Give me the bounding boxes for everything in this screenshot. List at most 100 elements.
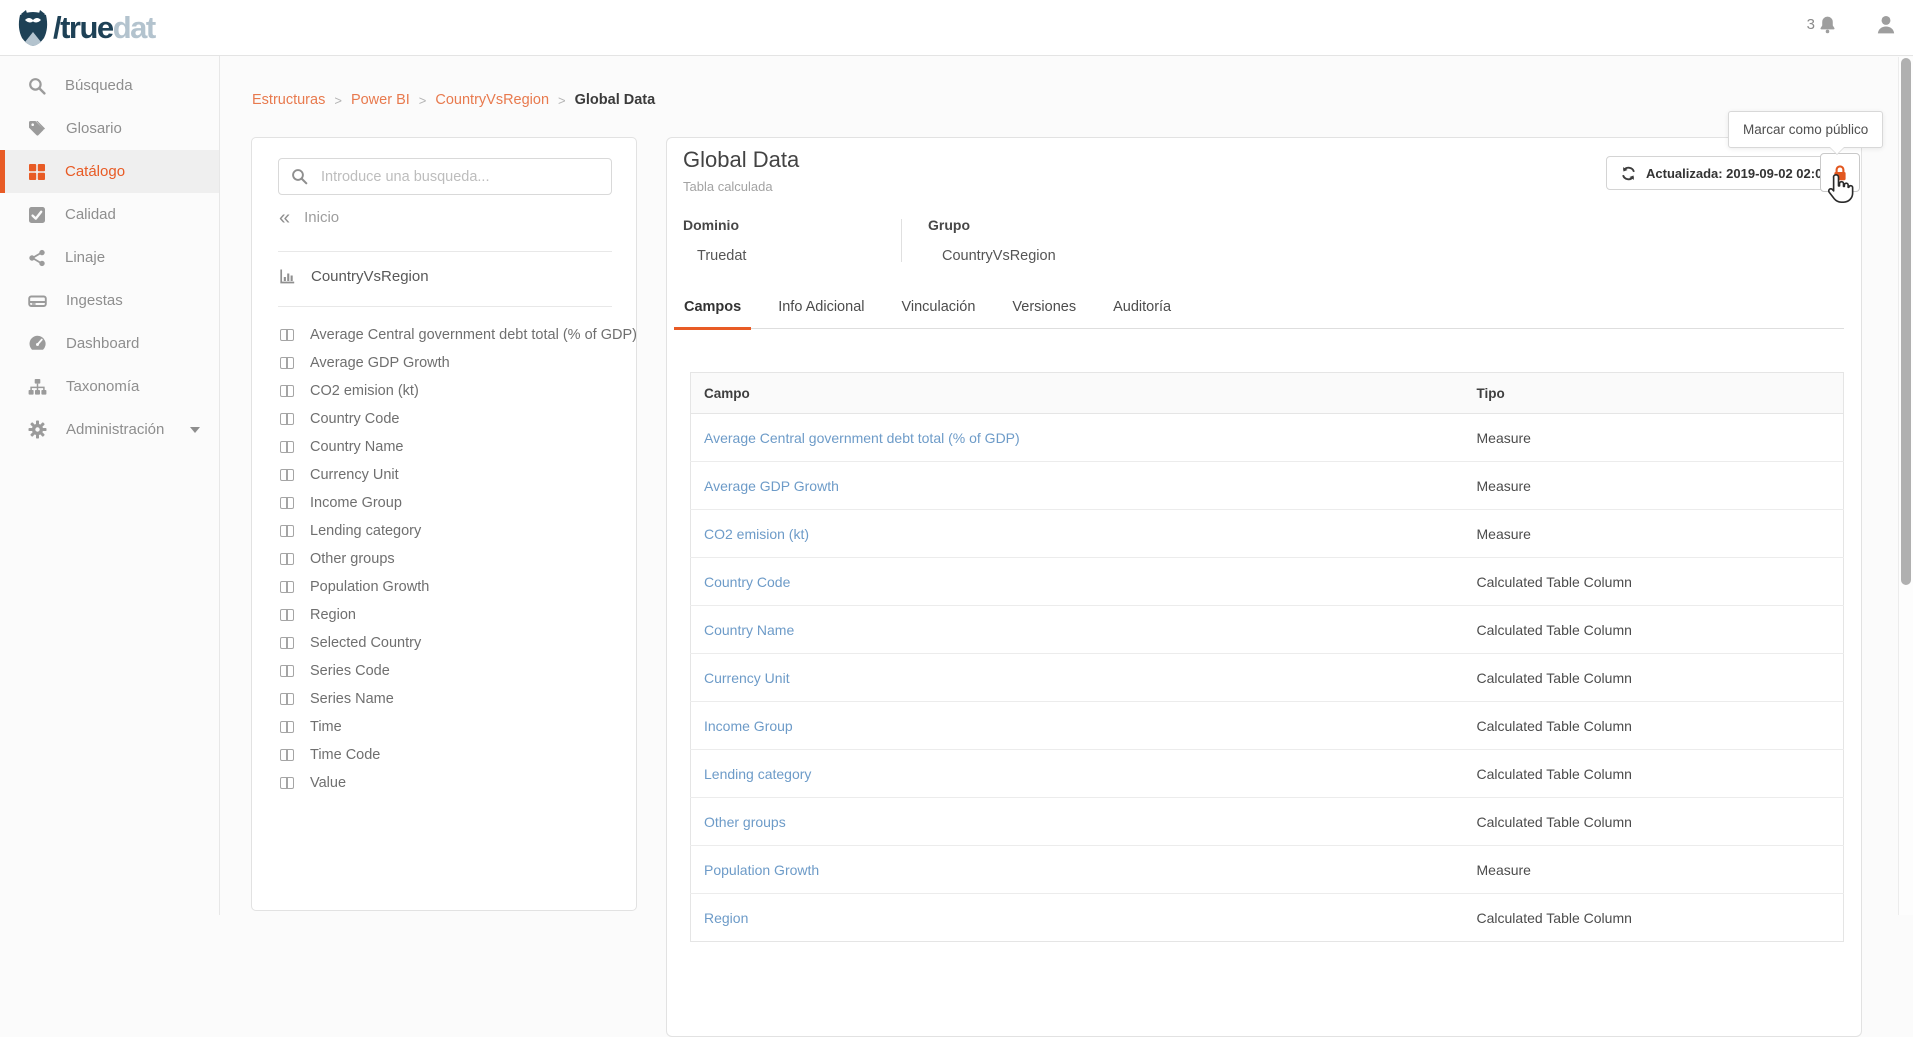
divider	[278, 306, 612, 307]
vertical-scrollbar[interactable]	[1898, 57, 1913, 915]
field-link[interactable]: Average Central government debt total (%…	[704, 430, 1020, 446]
field-list-item[interactable]: Country Name	[252, 433, 636, 461]
notifications-button[interactable]: 3	[1807, 15, 1837, 34]
table-column-icon	[280, 581, 294, 593]
sidebar-item-ingestas[interactable]: Ingestas	[0, 279, 219, 322]
table-column-icon	[280, 693, 294, 705]
field-list-item[interactable]: Average Central government debt total (%…	[252, 321, 636, 349]
field-list-item[interactable]: Selected Country	[252, 629, 636, 657]
user-icon	[1874, 13, 1898, 37]
logo-wordmark: /truedat	[53, 9, 155, 47]
field-link[interactable]: Region	[704, 910, 748, 926]
table-row: Population GrowthMeasure	[691, 846, 1844, 894]
notification-count: 3	[1807, 16, 1815, 33]
meta-label: Grupo	[928, 217, 1056, 233]
breadcrumb: Estructuras > Power BI > CountryVsRegion…	[252, 92, 655, 108]
breadcrumb-link-countryvsregion[interactable]: CountryVsRegion	[435, 92, 549, 108]
field-type: Calculated Table Column	[1464, 894, 1844, 942]
sidebar-item-catalogo[interactable]: Catálogo	[0, 150, 219, 193]
tab-vinculacion[interactable]: Vinculación	[901, 289, 975, 328]
field-list-item[interactable]: Population Growth	[252, 573, 636, 601]
explorer-back-home[interactable]: « Inicio	[279, 209, 339, 226]
table-header-row: Campo Tipo	[691, 373, 1844, 414]
search-icon	[291, 168, 308, 185]
share-icon	[28, 249, 46, 267]
table-column-icon	[280, 357, 294, 369]
field-link[interactable]: Currency Unit	[704, 670, 790, 686]
explorer-parent-countryvsregion[interactable]: CountryVsRegion	[279, 268, 429, 285]
field-list-item[interactable]: Region	[252, 601, 636, 629]
table-column-icon	[280, 609, 294, 621]
field-link[interactable]: Other groups	[704, 814, 786, 830]
tab-auditoria[interactable]: Auditoría	[1113, 289, 1171, 328]
table-column-icon	[280, 721, 294, 733]
drive-icon	[28, 292, 47, 310]
tab-info-adicional[interactable]: Info Adicional	[778, 289, 864, 328]
tooltip-caret	[1829, 146, 1845, 154]
column-header-tipo: Tipo	[1464, 373, 1844, 414]
sidebar-item-administracion[interactable]: Administración	[0, 408, 219, 451]
table-column-icon	[280, 777, 294, 789]
table-column-icon	[280, 441, 294, 453]
meta-section: Dominio Truedat Grupo CountryVsRegion	[683, 217, 1056, 264]
table-column-icon	[280, 385, 294, 397]
field-list-item[interactable]: Average GDP Growth	[252, 349, 636, 377]
field-link[interactable]: Country Name	[704, 622, 794, 638]
field-link[interactable]: CO2 emision (kt)	[704, 526, 809, 542]
grid-icon	[28, 163, 46, 181]
field-link[interactable]: Income Group	[704, 718, 793, 734]
sidebar-item-busqueda[interactable]: Búsqueda	[0, 64, 219, 107]
table-row: Currency UnitCalculated Table Column	[691, 654, 1844, 702]
table-row: Lending categoryCalculated Table Column	[691, 750, 1844, 798]
search-input[interactable]	[319, 168, 599, 186]
field-list-item[interactable]: Value	[252, 769, 636, 797]
column-header-campo: Campo	[691, 373, 1464, 414]
field-list-item[interactable]: Time Code	[252, 741, 636, 769]
field-list-item[interactable]: CO2 emision (kt)	[252, 377, 636, 405]
sidebar-item-dashboard[interactable]: Dashboard	[0, 322, 219, 365]
field-list-item[interactable]: Lending category	[252, 517, 636, 545]
tab-versiones[interactable]: Versiones	[1012, 289, 1076, 328]
meta-grupo: Grupo CountryVsRegion	[902, 217, 1056, 264]
field-link[interactable]: Country Code	[704, 574, 790, 590]
table-row: Region Calculated Table Column	[691, 894, 1844, 942]
meta-dominio: Dominio Truedat	[683, 217, 901, 264]
field-list: Average Central government debt total (%…	[252, 321, 636, 797]
field-list-item[interactable]: Currency Unit	[252, 461, 636, 489]
field-link[interactable]: Average GDP Growth	[704, 478, 839, 494]
field-type: Measure	[1464, 462, 1844, 510]
field-list-item[interactable]: Income Group	[252, 489, 636, 517]
user-menu-button[interactable]	[1874, 13, 1898, 42]
field-link[interactable]: Population Growth	[704, 862, 819, 878]
refresh-updated-button[interactable]: Actualizada: 2019-09-02 02:00	[1606, 156, 1845, 190]
tab-campos[interactable]: Campos	[684, 289, 741, 328]
truedat-logo[interactable]: /truedat	[13, 8, 155, 48]
meta-label: Dominio	[683, 217, 901, 233]
field-type: Measure	[1464, 510, 1844, 558]
sidebar-item-glosario[interactable]: Glosario	[0, 107, 219, 150]
field-list-item[interactable]: Series Name	[252, 685, 636, 713]
bar-chart-icon	[279, 268, 296, 285]
lock-tooltip: Marcar como público	[1728, 111, 1883, 148]
table-row: Average Central government debt total (%…	[691, 414, 1844, 462]
scrollbar-thumb[interactable]	[1901, 58, 1911, 585]
breadcrumb-current: Global Data	[575, 92, 656, 108]
tooltip-text: Marcar como público	[1743, 122, 1868, 137]
sidebar-item-taxonomia[interactable]: Taxonomía	[0, 365, 219, 408]
table-row: Other groupsCalculated Table Column	[691, 798, 1844, 846]
breadcrumb-link-estructuras[interactable]: Estructuras	[252, 92, 325, 108]
field-list-item[interactable]: Country Code	[252, 405, 636, 433]
field-list-item[interactable]: Series Code	[252, 657, 636, 685]
field-link[interactable]: Lending category	[704, 766, 811, 782]
field-list-item[interactable]: Other groups	[252, 545, 636, 573]
sidebar-item-calidad[interactable]: Calidad	[0, 193, 219, 236]
main-sidebar: Búsqueda Glosario Catálogo Calidad	[0, 56, 220, 915]
sidebar-item-linaje[interactable]: Linaje	[0, 236, 219, 279]
table-column-icon	[280, 749, 294, 761]
table-column-icon	[280, 497, 294, 509]
search-icon	[28, 77, 46, 95]
app-header: /truedat 3	[0, 0, 1913, 56]
field-list-item[interactable]: Time	[252, 713, 636, 741]
check-square-icon	[28, 206, 46, 224]
breadcrumb-link-powerbi[interactable]: Power BI	[351, 92, 410, 108]
